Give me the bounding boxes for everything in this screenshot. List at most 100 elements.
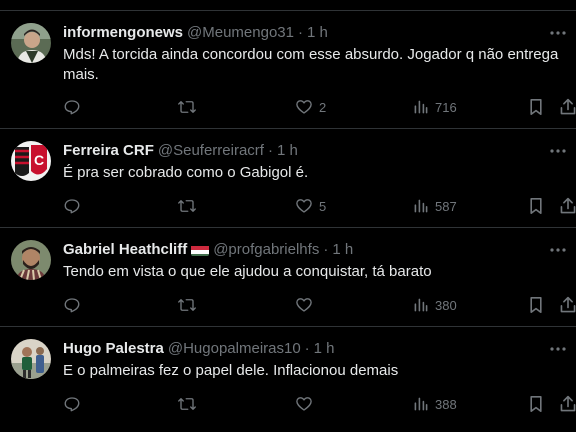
bookmark-button[interactable] <box>528 394 544 414</box>
retweet-icon <box>178 398 196 410</box>
view-count: 716 <box>435 99 457 115</box>
retweet-icon <box>178 299 196 311</box>
views-chart-icon <box>414 298 428 312</box>
retweet-icon <box>178 101 196 113</box>
more-options-icon[interactable] <box>548 141 568 161</box>
timestamp[interactable]: 1 h <box>277 141 298 161</box>
views-button[interactable]: 380 <box>413 295 457 315</box>
reply-icon <box>64 199 80 214</box>
tweet-header: Gabriel Heathcliff @profgabrielhfs · 1 h <box>63 240 353 260</box>
timestamp[interactable]: 1 h <box>314 339 335 359</box>
more-options-icon[interactable] <box>548 23 568 43</box>
tweet-text: Tendo em vista o que ele ajudou a conqui… <box>63 263 432 280</box>
reply-icon <box>64 298 80 313</box>
views-button[interactable]: 587 <box>413 196 457 216</box>
views-button[interactable]: 716 <box>413 97 457 117</box>
display-name[interactable]: Hugo Palestra <box>63 339 164 359</box>
separator-dot: · <box>267 142 273 159</box>
avatar[interactable] <box>11 23 51 63</box>
heart-icon <box>296 100 312 114</box>
user-handle[interactable]: @Seuferreiracrf <box>158 141 264 161</box>
tweet-header: informengonews @Meumengo31 · 1 h <box>63 23 328 43</box>
tweet-header: Hugo Palestra @Hugopalmeiras10 · 1 h <box>63 339 335 359</box>
share-button[interactable] <box>559 97 576 117</box>
tweet-header: Ferreira CRF @Seuferreiracrf · 1 h <box>63 141 298 161</box>
separator-dot: · <box>297 24 303 41</box>
bookmark-icon <box>530 297 542 313</box>
share-icon <box>560 296 576 313</box>
user-handle[interactable]: @profgabrielhfs <box>213 240 319 260</box>
retweet-icon <box>178 200 196 212</box>
tweet-text: E o palmeiras fez o papel dele. Inflacio… <box>63 362 399 379</box>
heart-icon <box>296 199 312 213</box>
hungary-flag-icon <box>191 244 210 256</box>
bookmark-icon <box>530 396 542 412</box>
tweet-text: Mds! A torcida ainda concordou com esse … <box>63 46 563 83</box>
share-button[interactable] <box>559 394 576 414</box>
like-count: 5 <box>319 198 327 214</box>
reply-icon <box>64 100 80 115</box>
share-icon <box>560 197 576 214</box>
like-count: 2 <box>319 99 327 115</box>
view-count: 587 <box>435 198 457 214</box>
like-button[interactable]: 5 <box>295 196 326 216</box>
timestamp[interactable]: 1 h <box>332 240 353 260</box>
avatar[interactable]: C <box>11 141 51 181</box>
more-options-icon[interactable] <box>548 339 568 359</box>
views-button[interactable]: 388 <box>413 394 457 414</box>
bearded-man-avatar <box>11 240 51 280</box>
tweet-actions: 5 587 <box>63 196 576 216</box>
tweet-actions: 2 716 <box>63 97 576 117</box>
separator-dot: · <box>323 241 329 258</box>
bookmark-button[interactable] <box>528 196 544 216</box>
heart-icon <box>296 298 312 312</box>
share-icon <box>560 98 576 115</box>
share-icon <box>560 395 576 412</box>
tweet-feed: informengonews @Meumengo31 · 1 h Mds! A … <box>0 0 576 432</box>
tweet[interactable]: C Ferreira CRF @Seuferreiracrf · 1 h É p… <box>0 129 576 228</box>
reply-button[interactable] <box>63 196 87 216</box>
display-name[interactable]: Ferreira CRF <box>63 141 154 161</box>
reply-button[interactable] <box>63 97 87 117</box>
user-handle[interactable]: @Meumengo31 <box>187 23 294 43</box>
heart-icon <box>296 397 312 411</box>
team-crest-avatar: C <box>11 141 51 181</box>
timestamp[interactable]: 1 h <box>307 23 328 43</box>
view-count: 388 <box>435 396 457 412</box>
view-count: 380 <box>435 297 457 313</box>
reply-button[interactable] <box>63 394 87 414</box>
avatar[interactable] <box>11 339 51 379</box>
like-button[interactable] <box>295 295 319 315</box>
avatar[interactable] <box>11 240 51 280</box>
bookmark-icon <box>530 99 542 115</box>
share-button[interactable] <box>559 295 576 315</box>
retweet-button[interactable] <box>177 196 203 216</box>
man-portrait-avatar <box>11 23 51 63</box>
more-options-icon[interactable] <box>548 240 568 260</box>
like-button[interactable]: 2 <box>295 97 326 117</box>
tweet-actions: 380 <box>63 295 576 315</box>
retweet-button[interactable] <box>177 295 203 315</box>
player-photo-avatar <box>11 339 51 379</box>
svg-text:C: C <box>34 152 44 168</box>
reply-icon <box>64 397 80 412</box>
display-name[interactable]: Gabriel Heathcliff <box>63 240 187 260</box>
bookmark-icon <box>530 197 542 214</box>
display-name[interactable]: informengonews <box>63 23 183 43</box>
retweet-button[interactable] <box>177 97 203 117</box>
bookmark-button[interactable] <box>528 295 544 315</box>
share-button[interactable] <box>559 196 576 216</box>
user-handle[interactable]: @Hugopalmeiras10 <box>168 339 301 359</box>
bookmark-button[interactable] <box>528 97 544 117</box>
tweet[interactable]: Gabriel Heathcliff @profgabrielhfs · 1 h… <box>0 228 576 327</box>
views-chart-icon <box>414 199 428 213</box>
tweet-text: É pra ser cobrado como o Gabigol é. <box>63 164 309 181</box>
retweet-button[interactable] <box>177 394 203 414</box>
views-chart-icon <box>414 397 428 411</box>
tweet[interactable]: informengonews @Meumengo31 · 1 h Mds! A … <box>0 11 576 129</box>
like-button[interactable] <box>295 394 319 414</box>
tweet[interactable]: Hugo Palestra @Hugopalmeiras10 · 1 h E o… <box>0 327 576 432</box>
reply-button[interactable] <box>63 295 87 315</box>
views-chart-icon <box>414 100 428 114</box>
tweet-actions: 388 <box>63 394 576 414</box>
